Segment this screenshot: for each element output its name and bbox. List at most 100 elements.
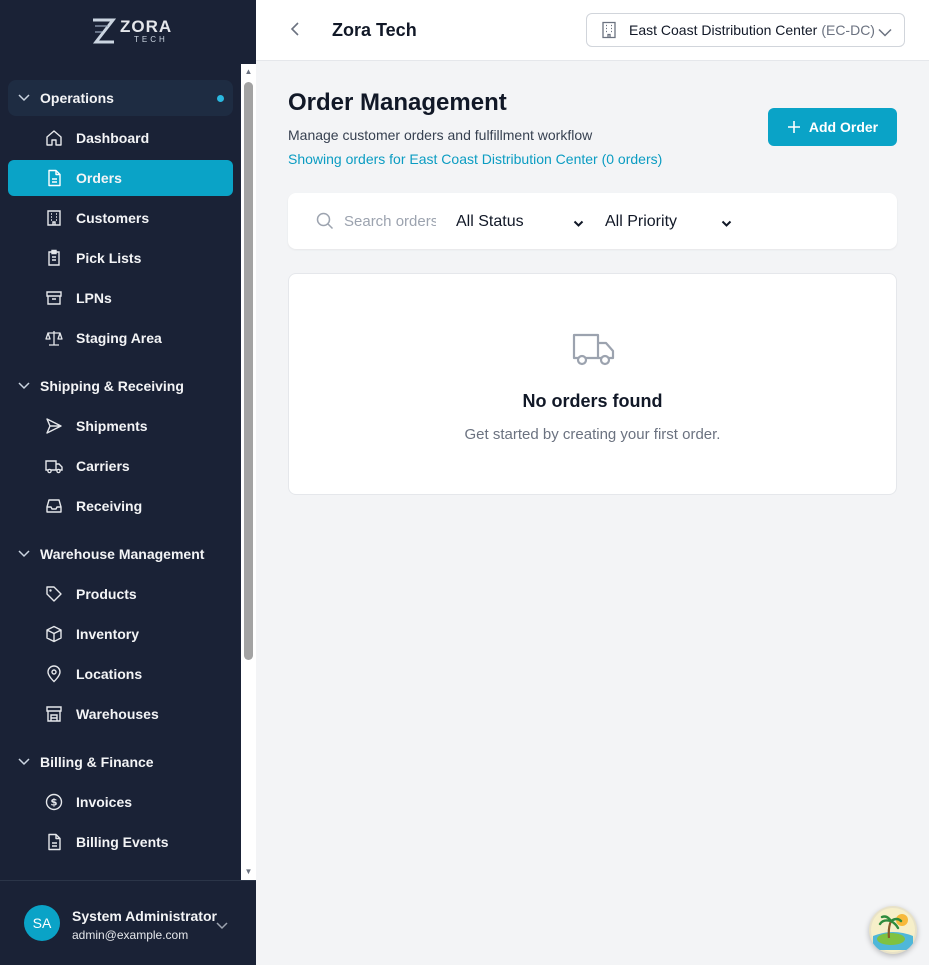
sidebar-item-pick-lists[interactable]: Pick Lists <box>8 240 233 276</box>
building-icon <box>42 209 66 227</box>
assistant-launcher-button[interactable] <box>869 906 917 954</box>
add-order-label: Add Order <box>808 119 879 135</box>
priority-select-value: All Priority <box>605 213 678 230</box>
chevron-down-icon <box>878 24 892 40</box>
chevron-left-icon[interactable] <box>290 21 300 42</box>
sidebar-item-label: LPNs <box>76 290 112 306</box>
store-icon <box>42 705 66 723</box>
sidebar-item-label: Billing Events <box>76 834 169 850</box>
chevron-down-icon <box>8 382 40 390</box>
section-billing-finance[interactable]: Billing & Finance <box>8 744 233 780</box>
sidebar-item-receiving[interactable]: Receiving <box>8 488 233 524</box>
sidebar-item-label: Carriers <box>76 458 130 474</box>
sidebar-item-label: Pick Lists <box>76 250 142 266</box>
sidebar: ZORA TECH Operations Dashboard Orders Cu… <box>0 0 256 965</box>
top-bar: Zora Tech East Coast Distribution Center… <box>256 0 929 61</box>
sidebar-item-label: Locations <box>76 666 143 682</box>
sidebar-nav: Operations Dashboard Orders Customers Pi… <box>0 64 241 880</box>
section-operations[interactable]: Operations <box>8 80 233 116</box>
sidebar-item-label: Customers <box>76 210 150 226</box>
priority-select[interactable]: All Priority <box>605 211 732 233</box>
status-select-value: All Status <box>456 213 524 230</box>
cube-icon <box>42 625 66 643</box>
section-warehouse-management[interactable]: Warehouse Management <box>8 536 233 572</box>
chevron-down-icon <box>573 215 584 233</box>
sidebar-item-label: Invoices <box>76 794 133 810</box>
sidebar-item-label: Staging Area <box>76 330 162 346</box>
add-order-button[interactable]: Add Order <box>768 108 897 146</box>
truck-icon <box>572 331 616 372</box>
sidebar-item-label: Products <box>76 586 137 602</box>
scroll-down-arrow-icon[interactable]: ▼ <box>243 866 254 878</box>
chevron-down-icon <box>8 758 40 766</box>
section-label: Warehouse Management <box>40 546 205 562</box>
status-select[interactable]: All Status <box>456 211 584 233</box>
sidebar-scrollbar[interactable]: ▲ ▼ <box>241 64 256 880</box>
user-menu[interactable]: SA System Administrator admin@example.co… <box>0 880 256 965</box>
sidebar-item-warehouses[interactable]: Warehouses <box>8 696 233 732</box>
warehouse-filter-info: Showing orders for East Coast Distributi… <box>288 151 663 167</box>
chevron-down-icon <box>721 215 732 233</box>
sidebar-item-label: Shipments <box>76 418 148 434</box>
sidebar-item-label: Receiving <box>76 498 143 514</box>
empty-state: No orders found Get started by creating … <box>288 273 897 495</box>
warehouse-selector[interactable]: East Coast Distribution Center (EC-DC) <box>586 13 905 47</box>
sidebar-item-locations[interactable]: Locations <box>8 656 233 692</box>
section-label: Operations <box>40 90 114 106</box>
page-subtitle: Manage customer orders and fulfillment w… <box>288 127 593 143</box>
sidebar-item-customers[interactable]: Customers <box>8 200 233 236</box>
inbox-icon <box>42 497 66 515</box>
document-icon <box>42 169 66 187</box>
warehouse-name: East Coast Distribution Center <box>629 22 818 38</box>
avatar: SA <box>24 905 60 941</box>
warehouse-code: (EC-DC) <box>821 22 875 38</box>
island-icon <box>871 908 915 952</box>
map-pin-icon <box>42 665 66 683</box>
sidebar-item-invoices[interactable]: $ Invoices <box>8 784 233 820</box>
sidebar-item-label: Orders <box>76 170 122 186</box>
clipboard-icon <box>42 249 66 267</box>
scale-icon <box>42 329 66 347</box>
chevron-down-icon[interactable] <box>216 917 228 935</box>
dollar-icon: $ <box>42 793 66 811</box>
scroll-up-arrow-icon[interactable]: ▲ <box>243 66 254 78</box>
sidebar-item-label: Warehouses <box>76 706 159 722</box>
send-icon <box>42 417 66 435</box>
file-icon <box>42 833 66 851</box>
scrollbar-thumb[interactable] <box>244 82 253 660</box>
chevron-down-icon <box>8 94 40 102</box>
sidebar-item-label: Inventory <box>76 626 140 642</box>
brand-sub: TECH <box>134 35 168 44</box>
user-email: admin@example.com <box>72 928 189 942</box>
home-icon <box>42 129 66 147</box>
sidebar-item-products[interactable]: Products <box>8 576 233 612</box>
page-title: Order Management <box>288 89 507 116</box>
sidebar-item-inventory[interactable]: Inventory <box>8 616 233 652</box>
search-input[interactable] <box>344 211 436 231</box>
search-icon <box>316 212 334 235</box>
sidebar-item-lpns[interactable]: LPNs <box>8 280 233 316</box>
tag-icon <box>42 585 66 603</box>
user-name: System Administrator <box>72 908 217 924</box>
brand-name: ZORA <box>120 17 173 36</box>
empty-state-message: Get started by creating your first order… <box>464 426 721 443</box>
brand-logo[interactable]: ZORA TECH <box>90 14 180 48</box>
sidebar-item-carriers[interactable]: Carriers <box>8 448 233 484</box>
sidebar-item-staging-area[interactable]: Staging Area <box>8 320 233 356</box>
empty-state-title: No orders found <box>522 391 663 411</box>
zora-logo-mark <box>92 18 116 44</box>
building-icon <box>601 21 617 39</box>
filters-bar: All Status All Priority <box>288 193 897 249</box>
section-label: Shipping & Receiving <box>40 378 184 394</box>
sidebar-item-billing-events[interactable]: Billing Events <box>8 824 233 860</box>
truck-icon <box>42 457 66 475</box>
section-shipping-receiving[interactable]: Shipping & Receiving <box>8 368 233 404</box>
company-name: Zora Tech <box>332 20 417 40</box>
sidebar-item-label: Dashboard <box>76 130 150 146</box>
sidebar-item-shipments[interactable]: Shipments <box>8 408 233 444</box>
sidebar-item-dashboard[interactable]: Dashboard <box>8 120 233 156</box>
active-dot <box>217 94 224 102</box>
plus-icon <box>787 121 800 133</box>
sidebar-item-orders[interactable]: Orders <box>8 160 233 196</box>
archive-icon <box>42 289 66 307</box>
